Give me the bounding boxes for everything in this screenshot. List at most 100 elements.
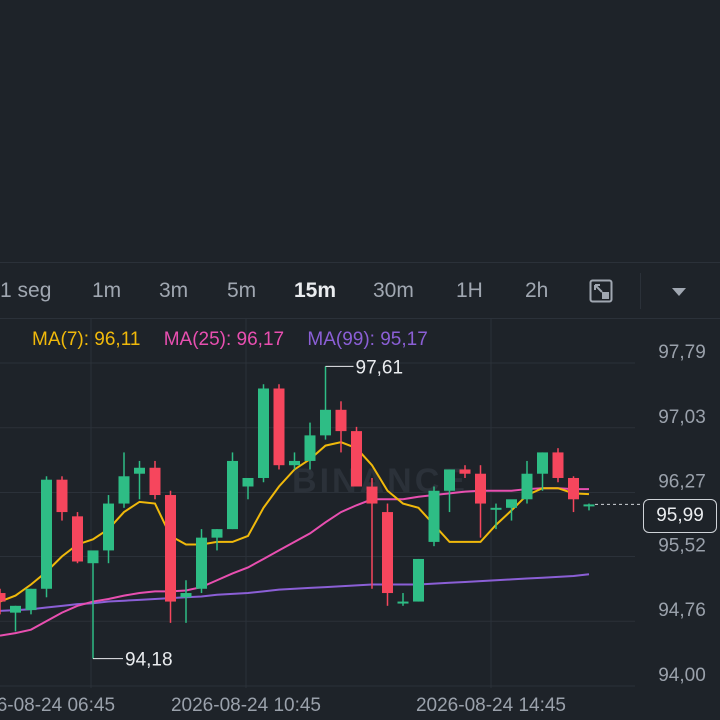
candle-body — [568, 477, 579, 500]
candle — [258, 384, 269, 483]
candle — [211, 529, 223, 551]
candle-body — [41, 479, 52, 589]
candle — [428, 486, 440, 547]
candle — [118, 452, 130, 508]
candle-body — [149, 467, 161, 496]
caret-down-icon[interactable] — [670, 285, 688, 303]
candle-body — [506, 499, 517, 508]
candle-body — [196, 537, 207, 589]
y-axis-tick-label: 95,52 — [658, 535, 706, 556]
tab-5m[interactable]: 5m — [227, 279, 256, 303]
candle-body — [521, 473, 533, 500]
tab-1h[interactable]: 1H — [456, 279, 483, 303]
toolbar-divider — [640, 273, 641, 309]
candle — [134, 460, 145, 500]
grid-layer — [0, 319, 635, 688]
candle-body — [335, 409, 347, 432]
candle-body — [490, 507, 502, 510]
candle-body — [211, 529, 223, 538]
candle-body — [118, 476, 130, 504]
candle — [41, 476, 52, 598]
ma-legend: MA(7): 96,11 MA(25): 96,17 MA(99): 95,17 — [32, 329, 446, 351]
x-axis-tick-label: 2026-08-24 10:45 — [171, 695, 321, 716]
candle — [103, 495, 114, 564]
candle-body — [428, 490, 440, 542]
current-price-tag: 95,99 — [643, 499, 717, 533]
ma25-legend: MA(25): 96,17 — [163, 329, 285, 350]
tab-15m[interactable]: 15m — [294, 279, 336, 303]
candle-body — [227, 460, 238, 530]
candle-body — [165, 495, 176, 602]
candle-body — [444, 469, 455, 491]
candle — [475, 465, 486, 538]
candle — [149, 460, 161, 500]
y-axis-tick-label: 96,27 — [658, 472, 706, 493]
tab-1-seg[interactable]: 1 seg — [0, 279, 51, 303]
y-axis-tick-label: 94,76 — [658, 600, 706, 621]
candle — [351, 426, 362, 487]
candle — [397, 593, 409, 606]
candle — [537, 452, 548, 491]
top-empty-area — [0, 0, 720, 262]
candle-body — [413, 558, 424, 602]
candle-body — [366, 486, 378, 504]
candle — [366, 477, 378, 589]
candle — [335, 401, 347, 453]
tab-1m[interactable]: 1m — [92, 279, 121, 303]
candle — [552, 448, 564, 483]
candle — [227, 452, 238, 530]
candle — [382, 503, 393, 606]
candle — [521, 460, 533, 504]
candle-body — [397, 601, 409, 604]
candle-body — [351, 431, 362, 487]
x-axis-tick-label: 2026-08-24 06:45 — [0, 695, 115, 716]
candle — [568, 476, 579, 513]
chart-svg[interactable]: BINANCE 97,6194,18 97,7997,0396,2795,529… — [0, 319, 720, 720]
candle — [72, 512, 83, 564]
candle — [242, 477, 254, 500]
low-price-label: 94,18 — [125, 650, 173, 671]
candle-body — [180, 593, 192, 598]
candle-body — [87, 550, 99, 564]
candle — [320, 366, 331, 440]
tab-3m[interactable]: 3m — [159, 279, 188, 303]
candle-body — [273, 388, 285, 466]
candle-body — [25, 588, 37, 611]
tab-30m[interactable]: 30m — [373, 279, 414, 303]
candle-body — [56, 479, 68, 513]
candle-body — [0, 593, 6, 602]
y-axis-tick-label: 97,03 — [658, 407, 706, 428]
candle — [413, 558, 424, 602]
candlestick-chart[interactable]: BINANCE 97,61 94,18 97,79 97,03 96,27 95,52 9… — [0, 319, 720, 720]
ma99-legend: MA(99): 95,17 — [307, 329, 428, 350]
candle-body — [537, 452, 548, 474]
candle-body — [258, 388, 269, 478]
x-axis-tick-label: 2026-08-24 14:45 — [416, 695, 566, 716]
candle — [196, 529, 207, 594]
tab-2h[interactable]: 2h — [525, 279, 548, 303]
candle-body — [320, 409, 331, 436]
candle-layer — [0, 366, 595, 659]
timeframe-toolbar: 1 seg 1m 3m 5m 15m 30m 1H 2h — [0, 262, 720, 319]
candle-body — [10, 605, 21, 613]
candle — [56, 476, 68, 521]
ma7-legend: MA(7): 96,11 — [32, 329, 141, 350]
candle — [273, 384, 285, 470]
candle — [87, 550, 99, 659]
high-price-label: 97,61 — [356, 357, 404, 378]
y-axis-tick-label: 97,79 — [658, 342, 706, 363]
candle — [444, 469, 455, 513]
candle — [583, 503, 595, 511]
candle — [165, 490, 176, 623]
candle-body — [459, 469, 471, 474]
y-axis-tick-label: 94,00 — [658, 665, 706, 686]
candle-body — [242, 477, 254, 487]
candle-body — [134, 467, 145, 474]
candle-body — [103, 503, 114, 551]
candle — [180, 580, 192, 623]
candle — [506, 499, 517, 521]
fullscreen-icon[interactable] — [589, 279, 613, 308]
candle-body — [72, 516, 83, 562]
candle-body — [583, 504, 595, 507]
candle-body — [289, 460, 300, 466]
